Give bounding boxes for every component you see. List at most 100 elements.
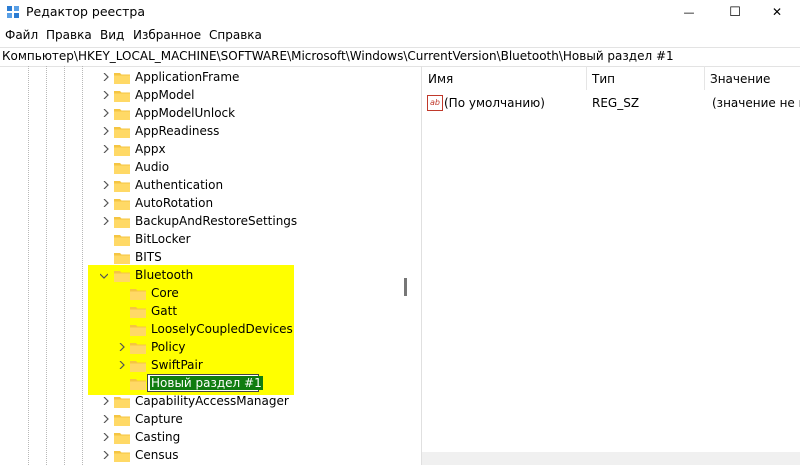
tree-item-new-key[interactable]: Новый раздел #1: [0, 374, 400, 392]
tree-item-label: Census: [135, 448, 179, 462]
tree-item-label: CapabilityAccessManager: [135, 394, 289, 408]
menu-bar: Файл Правка Вид Избранное Справка: [0, 26, 800, 46]
folder-icon: [130, 379, 146, 390]
chevron-down-icon[interactable]: [100, 272, 108, 280]
tree-item-label: BITS: [135, 250, 162, 264]
tree-item-label: Appx: [135, 142, 166, 156]
chevron-right-icon[interactable]: [102, 127, 110, 135]
tree-item-applicationframe[interactable]: ApplicationFrame: [0, 68, 400, 86]
folder-icon: [130, 307, 146, 318]
column-header-label: Значение: [710, 72, 771, 86]
chevron-right-icon[interactable]: [118, 343, 126, 351]
tree-item-label: BackupAndRestoreSettings: [135, 214, 298, 228]
chevron-right-icon[interactable]: [102, 91, 110, 99]
registry-editor-icon: [7, 6, 19, 18]
tree-item-label: Gatt: [151, 304, 178, 318]
tree-item-swiftpair[interactable]: SwiftPair: [0, 356, 400, 374]
title-bar: Редактор реестра — ☐ ✕: [0, 0, 800, 24]
tree-item-label: Audio: [135, 160, 170, 174]
folder-icon: [114, 433, 130, 444]
chevron-right-icon[interactable]: [102, 181, 110, 189]
chevron-right-icon[interactable]: [102, 199, 110, 207]
folder-icon: [114, 199, 130, 210]
chevron-right-icon[interactable]: [102, 73, 110, 81]
menu-edit[interactable]: Правка: [46, 28, 92, 42]
tree-item-capabilityaccessmanager[interactable]: CapabilityAccessManager: [0, 392, 400, 410]
tree-item-backupandrestoresettings[interactable]: BackupAndRestoreSettings: [0, 212, 400, 230]
menu-help[interactable]: Справка: [209, 28, 262, 42]
tree-item-audio[interactable]: Audio: [0, 158, 400, 176]
tree-item-label: AppReadiness: [135, 124, 220, 138]
values-list: Имя Тип Значение ab (По умолчанию) REG_S…: [422, 66, 800, 465]
tree-item-label: ApplicationFrame: [135, 70, 240, 84]
tree-item-label: Capture: [135, 412, 183, 426]
tree-item-census[interactable]: Census: [0, 446, 400, 464]
tree-item-authentication[interactable]: Authentication: [0, 176, 400, 194]
column-header-value[interactable]: Значение: [704, 66, 800, 90]
value-name: (По умолчанию): [444, 96, 545, 110]
chevron-right-icon[interactable]: [102, 433, 110, 441]
tree-item-gatt[interactable]: Gatt: [0, 302, 400, 320]
chevron-right-icon[interactable]: [102, 415, 110, 423]
folder-icon: [114, 217, 130, 228]
tree-item-autorotation[interactable]: AutoRotation: [0, 194, 400, 212]
tree-item-policy[interactable]: Policy: [0, 338, 400, 356]
column-header-name[interactable]: Имя: [422, 66, 587, 90]
tree-item-label: LooselyCoupledDevices: [151, 322, 293, 336]
value-row-default[interactable]: ab (По умолчанию) REG_SZ (значение не пр: [422, 94, 800, 112]
tree-item-label: Authentication: [135, 178, 224, 192]
folder-icon: [114, 235, 130, 246]
column-header-type[interactable]: Тип: [586, 66, 705, 90]
tree-item-appmodel[interactable]: AppModel: [0, 86, 400, 104]
folder-icon: [130, 289, 146, 300]
minimize-button[interactable]: —: [666, 0, 712, 24]
tree-item-bitlocker[interactable]: BitLocker: [0, 230, 400, 248]
tree-item-bluetooth[interactable]: Bluetooth: [0, 266, 400, 284]
tree-item-bits[interactable]: BITS: [0, 248, 400, 266]
value-type: REG_SZ: [592, 96, 640, 110]
maximize-button[interactable]: ☐: [712, 0, 758, 24]
tree-item-label: AutoRotation: [135, 196, 214, 210]
menu-favorites[interactable]: Избранное: [133, 28, 201, 42]
chevron-right-icon[interactable]: [102, 109, 110, 117]
folder-icon: [114, 109, 130, 120]
address-bar[interactable]: Компьютер\HKEY_LOCAL_MACHINE\SOFTWARE\Mi…: [0, 47, 800, 67]
tree-item-appreadiness[interactable]: AppReadiness: [0, 122, 400, 140]
chevron-right-icon[interactable]: [102, 217, 110, 225]
horizontal-scrollbar[interactable]: [422, 452, 800, 465]
key-tree: ApplicationFrame AppModel AppModelUnlock…: [0, 66, 400, 465]
chevron-right-icon[interactable]: [118, 361, 126, 369]
address-path: Компьютер\HKEY_LOCAL_MACHINE\SOFTWARE\Mi…: [2, 49, 674, 63]
rename-selected-text: Новый раздел #1: [150, 376, 263, 390]
pane-splitter[interactable]: [404, 278, 407, 296]
rename-input[interactable]: Новый раздел #1: [147, 374, 263, 392]
tree-item-label: Bluetooth: [135, 268, 194, 282]
folder-icon: [114, 91, 130, 102]
column-header-label: Тип: [592, 72, 615, 86]
chevron-right-icon[interactable]: [102, 145, 110, 153]
value-data: (значение не пр: [712, 96, 800, 110]
maximize-icon: ☐: [729, 4, 741, 20]
folder-icon: [114, 127, 130, 138]
chevron-right-icon[interactable]: [102, 397, 110, 405]
tree-item-appmodelunlock[interactable]: AppModelUnlock: [0, 104, 400, 122]
folder-icon: [114, 73, 130, 84]
folder-icon: [114, 145, 130, 156]
chevron-right-icon[interactable]: [102, 451, 110, 459]
menu-view[interactable]: Вид: [100, 28, 124, 42]
tree-item-label: Policy: [151, 340, 186, 354]
folder-icon: [114, 271, 130, 282]
close-button[interactable]: ✕: [754, 0, 800, 24]
tree-item-label: Core: [151, 286, 179, 300]
folder-icon: [130, 343, 146, 354]
tree-item-appx[interactable]: Appx: [0, 140, 400, 158]
tree-item-looselycoupleddevices[interactable]: LooselyCoupledDevices: [0, 320, 400, 338]
menu-file[interactable]: Файл: [5, 28, 38, 42]
folder-icon: [114, 397, 130, 408]
tree-item-label: SwiftPair: [151, 358, 203, 372]
tree-item-core[interactable]: Core: [0, 284, 400, 302]
tree-item-label: BitLocker: [135, 232, 191, 246]
tree-item-capture[interactable]: Capture: [0, 410, 400, 428]
tree-item-casting[interactable]: Casting: [0, 428, 400, 446]
column-header-label: Имя: [428, 72, 454, 86]
